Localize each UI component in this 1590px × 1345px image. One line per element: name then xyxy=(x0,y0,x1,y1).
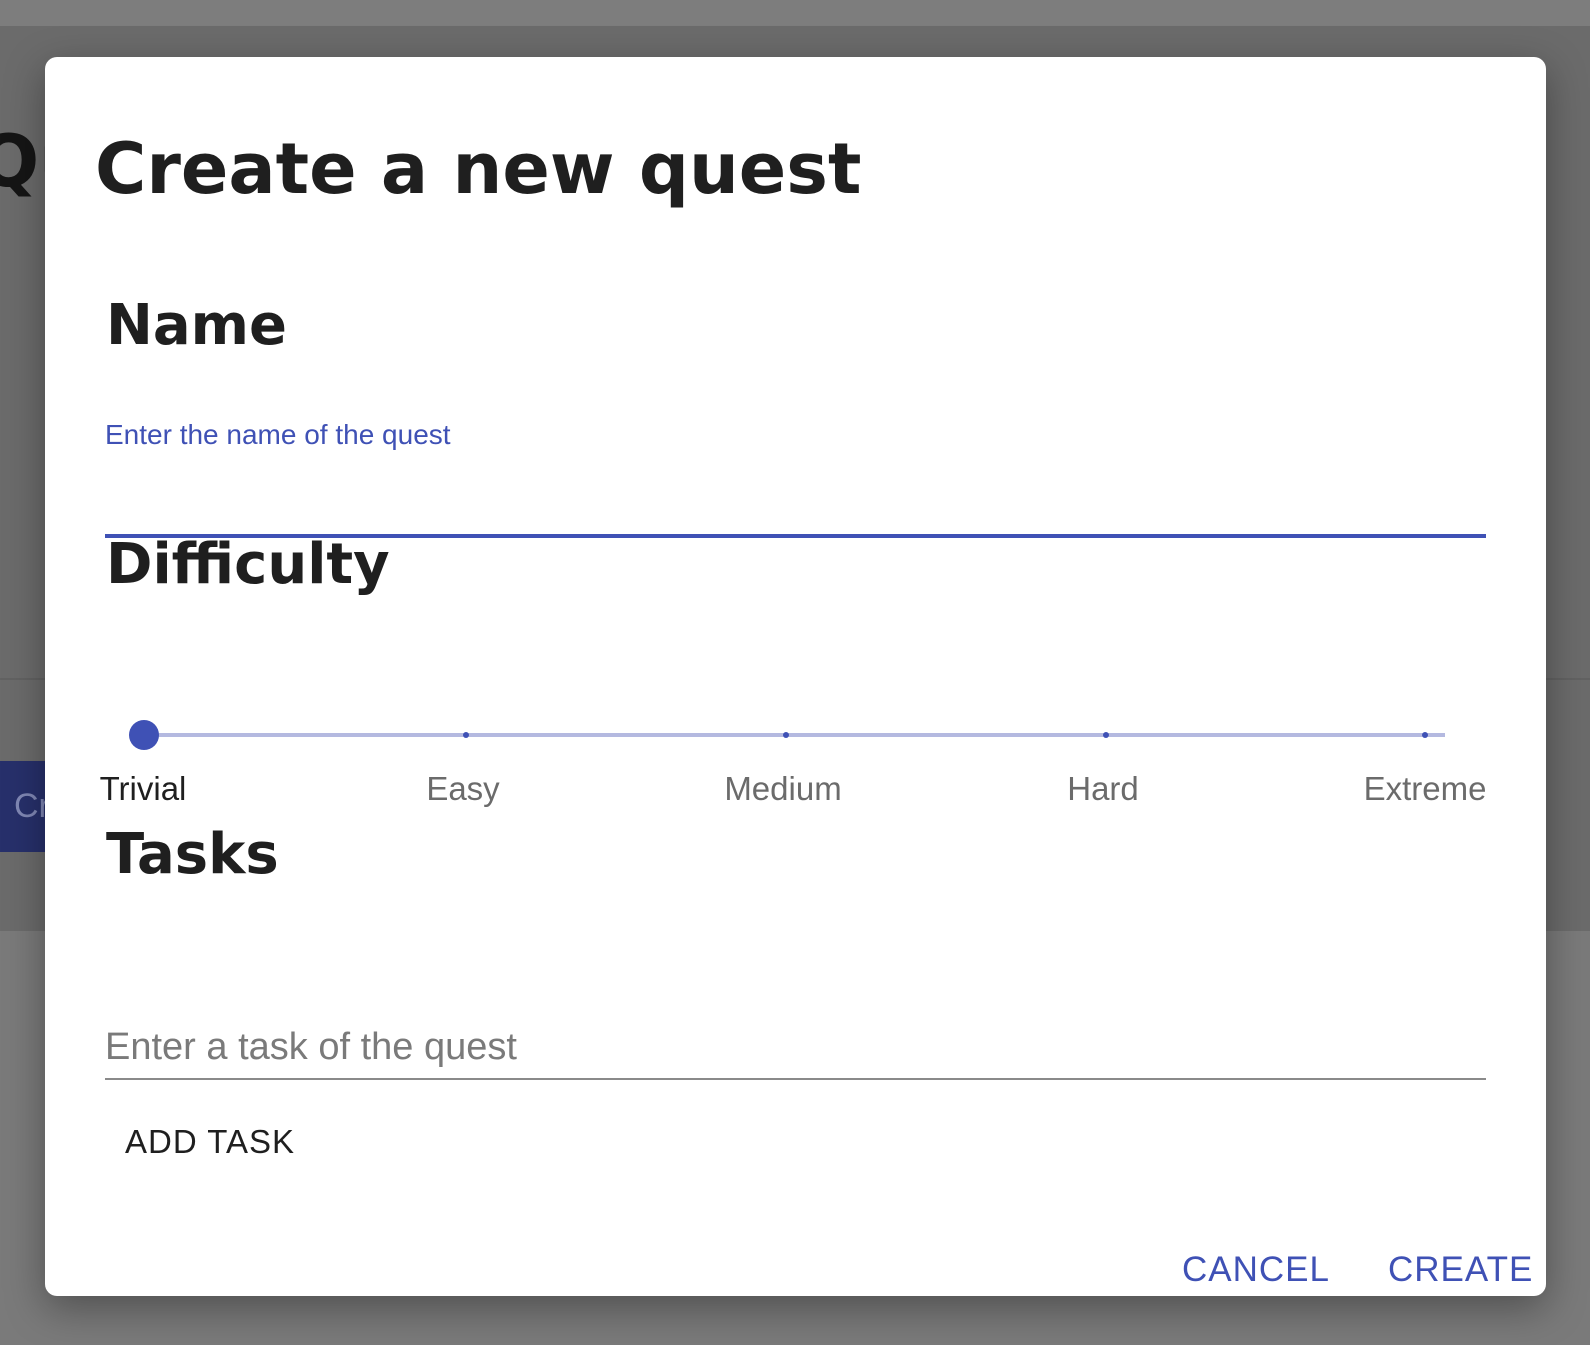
slider-mark-easy[interactable]: Easy xyxy=(363,769,563,809)
create-button[interactable]: CREATE xyxy=(1380,1242,1541,1298)
name-input[interactable] xyxy=(105,459,1486,529)
difficulty-heading: Difficulty xyxy=(106,532,390,597)
tasks-heading: Tasks xyxy=(106,822,279,887)
create-quest-dialog: Create a new quest Name Enter the name o… xyxy=(45,57,1546,1296)
task-input-underline xyxy=(105,1078,1486,1080)
slider-thumb[interactable] xyxy=(129,720,159,750)
slider-mark-extreme[interactable]: Extreme xyxy=(1325,769,1525,809)
slider-mark-hard[interactable]: Hard xyxy=(1003,769,1203,809)
task-input[interactable] xyxy=(105,1017,1486,1077)
slider-tick-medium xyxy=(783,732,789,738)
slider-rail[interactable] xyxy=(145,733,1445,737)
background-top-bar xyxy=(0,0,1590,26)
slider-mark-medium[interactable]: Medium xyxy=(683,769,883,809)
cancel-button[interactable]: CANCEL xyxy=(1174,1242,1338,1298)
slider-tick-hard xyxy=(1103,732,1109,738)
slider-mark-trivial[interactable]: Trivial xyxy=(43,769,243,809)
difficulty-slider[interactable]: Trivial Easy Medium Hard Extreme xyxy=(100,697,1525,809)
name-field-label: Enter the name of the quest xyxy=(105,419,451,450)
name-field[interactable]: Enter the name of the quest xyxy=(105,417,1486,542)
name-heading: Name xyxy=(106,293,287,358)
slider-tick-extreme xyxy=(1422,732,1428,738)
add-task-button[interactable]: ADD TASK xyxy=(117,1117,303,1167)
slider-tick-easy xyxy=(463,732,469,738)
dialog-title: Create a new quest xyxy=(95,128,862,210)
